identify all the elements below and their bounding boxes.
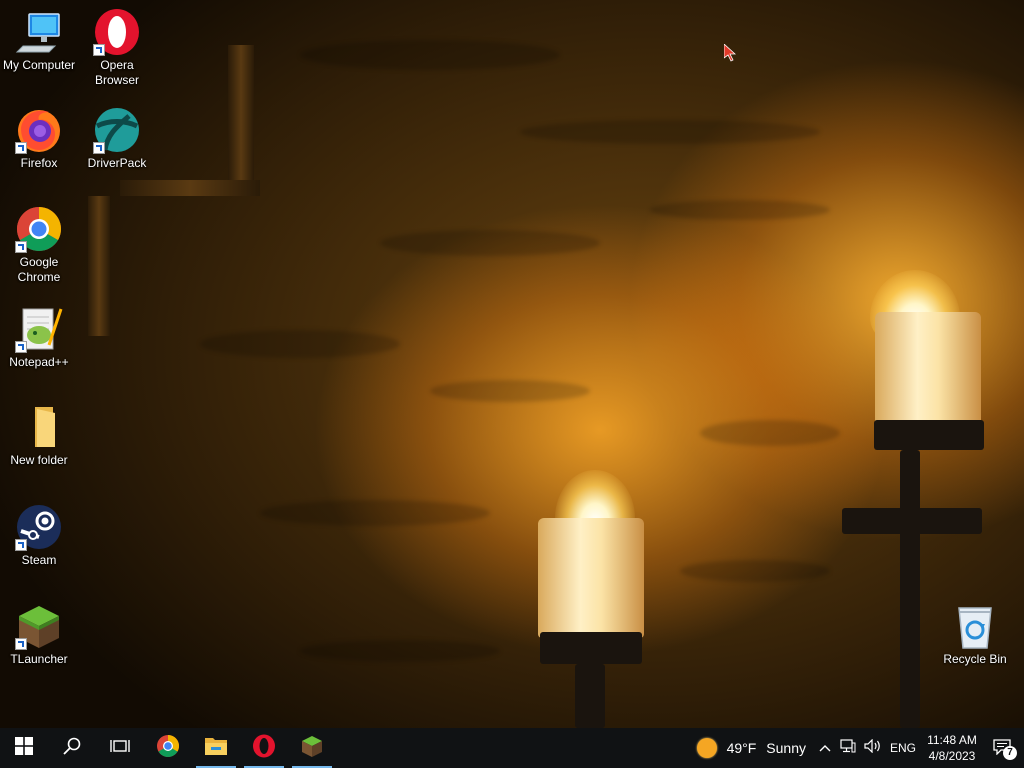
desktop-icon-google-chrome[interactable]: Google Chrome xyxy=(0,205,78,285)
action-center-button[interactable]: 7 xyxy=(984,728,1024,768)
computer-icon xyxy=(15,8,63,56)
mouse-cursor-icon xyxy=(723,43,737,67)
desktop-icon-my-computer[interactable]: My Computer xyxy=(0,8,78,73)
desktop-icon-label: Opera Browser xyxy=(94,58,139,87)
chevron-up-icon xyxy=(819,739,831,757)
desktop-icon-label: DriverPack xyxy=(87,156,147,170)
taskbar-file-explorer-button[interactable] xyxy=(192,728,240,768)
shortcut-arrow-icon xyxy=(15,539,27,551)
language-indicator: ENG xyxy=(889,741,916,755)
driverpack-icon xyxy=(93,106,141,154)
minecraft-grass-icon xyxy=(300,734,324,763)
opera-icon xyxy=(93,8,141,56)
taskbar-clock[interactable]: 11:48 AM 4/8/2023 xyxy=(920,732,984,764)
desktop-icon-label: My Computer xyxy=(2,58,76,72)
shortcut-arrow-icon xyxy=(15,241,27,253)
taskbar-tlauncher-button[interactable] xyxy=(288,728,336,768)
desktop-icon-label: TLauncher xyxy=(10,652,68,666)
steam-icon xyxy=(15,503,63,551)
shortcut-arrow-icon xyxy=(15,341,27,353)
weather-widget[interactable]: 49°F Sunny xyxy=(689,728,814,768)
taskbar-opera-button[interactable] xyxy=(240,728,288,768)
desktop-icon-new-folder[interactable]: New folder xyxy=(0,403,78,468)
file-explorer-icon xyxy=(204,735,228,762)
desktop-icon-driverpack[interactable]: DriverPack xyxy=(78,106,156,171)
folder-icon xyxy=(15,403,63,451)
weather-temperature: 49°F xyxy=(726,740,757,756)
network-icon xyxy=(840,738,856,758)
input-language-button[interactable]: ENG xyxy=(886,728,920,768)
minecraft-grass-icon xyxy=(15,602,63,650)
chrome-icon xyxy=(15,205,63,253)
weather-condition: Sunny xyxy=(766,740,806,756)
task-view-button[interactable] xyxy=(96,728,144,768)
action-center-icon: 7 xyxy=(993,738,1017,760)
shortcut-arrow-icon xyxy=(15,638,27,650)
desktop-icon-firefox[interactable]: Firefox xyxy=(0,106,78,171)
desktop-icon-label: Recycle Bin xyxy=(943,652,1007,666)
firefox-icon xyxy=(15,106,63,154)
desktop-icon-steam[interactable]: Steam xyxy=(0,503,78,568)
shortcut-arrow-icon xyxy=(15,142,27,154)
desktop-icon-tlauncher[interactable]: TLauncher xyxy=(0,602,78,667)
shortcut-arrow-icon xyxy=(93,44,105,56)
search-icon xyxy=(63,737,81,760)
clock-time: 11:48 AM xyxy=(927,733,977,747)
opera-icon xyxy=(252,734,276,763)
taskbar: 49°F Sunny ENG 11:48 AM 4/8/2023 7 xyxy=(0,728,1024,768)
volume-button[interactable] xyxy=(860,728,886,768)
notification-count-badge: 7 xyxy=(1003,746,1017,760)
desktop-icon-label: Notepad++ xyxy=(9,355,69,369)
sun-icon xyxy=(696,738,717,758)
clock-date: 4/8/2023 xyxy=(928,749,976,763)
network-button[interactable] xyxy=(836,728,860,768)
desktop-icon-label: Google Chrome xyxy=(17,255,61,284)
volume-icon xyxy=(864,738,882,758)
desktop-icon-notepadplusplus[interactable]: Notepad++ xyxy=(0,305,78,370)
desktop-icon-label: New folder xyxy=(10,453,68,467)
task-view-icon xyxy=(110,738,130,759)
recycle-bin-icon xyxy=(951,602,999,650)
chrome-icon xyxy=(156,734,180,763)
shortcut-arrow-icon xyxy=(93,142,105,154)
desktop-icon-opera-browser[interactable]: Opera Browser xyxy=(78,8,156,88)
desktop-icon-label: Firefox xyxy=(20,156,58,170)
desktop-icon-label: Steam xyxy=(21,553,57,567)
desktop-icon-recycle-bin[interactable]: Recycle Bin xyxy=(936,602,1014,667)
taskbar-chrome-button[interactable] xyxy=(144,728,192,768)
show-hidden-icons-button[interactable] xyxy=(814,728,836,768)
notepadplusplus-icon xyxy=(15,305,63,353)
start-button[interactable] xyxy=(0,728,48,768)
search-button[interactable] xyxy=(48,728,96,768)
windows-start-icon xyxy=(15,736,33,760)
system-tray: 49°F Sunny ENG 11:48 AM 4/8/2023 7 xyxy=(689,728,1024,768)
